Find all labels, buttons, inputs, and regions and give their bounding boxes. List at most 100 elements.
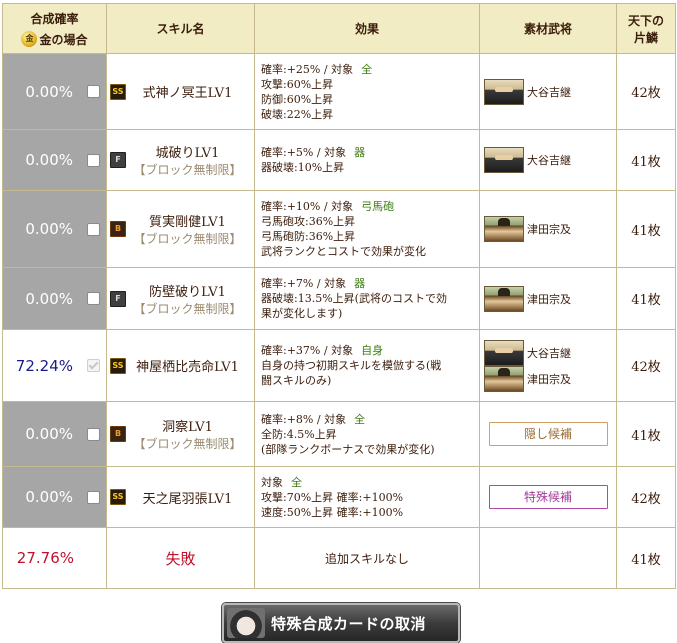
skill-sub: 【ブロック無制限】 xyxy=(133,232,242,246)
rate-value: 0.00% xyxy=(25,82,73,101)
shard-count: 42枚 xyxy=(616,329,676,402)
skill-name: 洞察LV1 xyxy=(162,420,213,435)
cancel-special-card-button[interactable]: 特殊合成カードの取消 xyxy=(222,603,460,643)
skill-name: 神屋栖比売命LV1 xyxy=(136,360,239,375)
fail-effect: 追加スキルなし xyxy=(254,527,480,589)
rank-ss-icon: SS xyxy=(110,489,126,505)
skill-sub: 【ブロック無制限】 xyxy=(133,301,242,316)
material-cell: 津田宗及 xyxy=(479,267,617,330)
target-value: 自身 xyxy=(361,344,384,357)
general-portrait-icon xyxy=(484,147,524,173)
rate-header: 合成確率 金 金の場合 xyxy=(2,3,107,54)
material-cell: 大谷吉継 xyxy=(479,129,617,191)
effect-header: 効果 xyxy=(254,3,480,54)
table-row: 0.00% F 防壁破りLV1 【ブロック無制限】 確率:+7% / 対象器器破壊:13… xyxy=(2,267,676,330)
material-general[interactable]: 津田宗及 xyxy=(484,285,612,312)
target-value: 弓馬砲 xyxy=(361,200,395,213)
material-general[interactable]: 大谷吉継 xyxy=(484,78,612,105)
skill-cell: F 城破りLV1 【ブロック無制限】 xyxy=(106,129,255,191)
fail-material-cell xyxy=(479,527,617,589)
rate-value: 0.00% xyxy=(25,488,73,506)
rate-cell: 0.00% xyxy=(2,466,107,528)
fail-rate-cell: 27.76% xyxy=(2,527,107,589)
fail-label: 失敗 xyxy=(165,549,196,568)
rank-b-icon: B xyxy=(110,221,126,237)
table-row: 0.00% B 洞察LV1 【ブロック無制限】 確率:+8% / 対象全全防:4.5%上… xyxy=(2,401,676,467)
general-name: 大谷吉継 xyxy=(527,85,571,99)
effect-cell: 確率:+37% / 対象 自身 自身の持つ初期スキルを模倣する(戦 闘スキルのみ) xyxy=(254,329,480,402)
skill-name: 式神ノ冥王LV1 xyxy=(142,86,233,101)
skill-sub: 【ブロック無制限】 xyxy=(133,437,242,451)
skill-checkbox[interactable] xyxy=(87,359,100,372)
general-portrait-icon xyxy=(484,285,524,312)
target-value: 全 xyxy=(291,475,302,489)
skill-name: 城破りLV1 xyxy=(155,146,220,161)
table-row: 0.00% B 質実剛健LV1 【ブロック無制限】 確率:+10% / 対象 弓馬砲 弓馬砲… xyxy=(2,190,676,268)
general-portrait-icon xyxy=(484,339,524,366)
general-portrait-icon xyxy=(484,78,524,105)
effect-cell: 対象全攻撃:70%上昇 確率:+100% 速度:50%上昇 確率:+100% xyxy=(254,466,480,528)
skill-checkbox[interactable] xyxy=(87,490,100,504)
effect-cell: 確率:+10% / 対象 弓馬砲 弓馬砲攻:36%上昇 弓馬砲防:36%上昇 武将ランク… xyxy=(254,190,480,268)
shard-count: 42枚 xyxy=(616,53,676,130)
rate-value: 72.24% xyxy=(15,356,73,375)
rate-cell: 0.00% xyxy=(2,129,107,191)
synthesis-table: 合成確率 金 金の場合 スキル名 効果 素材武将 天下の 片鱗 0.00% SS 式… xyxy=(2,3,676,589)
effect-cell: 確率:+25% / 対象全攻撃:60%上昇 防御:60%上昇 破壊:22%上昇 xyxy=(254,53,480,130)
skill-cell: B 質実剛健LV1 【ブロック無制限】 xyxy=(106,190,255,268)
cancel-special-card-label: 特殊合成カードの取消 xyxy=(271,614,427,633)
skill-checkbox[interactable] xyxy=(87,153,100,167)
material-cell: 特殊候補 xyxy=(479,466,617,528)
fail-count: 41枚 xyxy=(616,527,676,589)
general-portrait-icon xyxy=(484,365,524,392)
rate-value: 0.00% xyxy=(25,289,73,308)
general-name: 大谷吉継 xyxy=(527,154,571,167)
rate-cell: 0.00% xyxy=(2,267,107,330)
target-value: 器 xyxy=(354,277,366,290)
table-row: 0.00% F 城破りLV1 【ブロック無制限】 確率:+5% / 対象器器破壊:10%… xyxy=(2,129,676,191)
rank-b-icon: B xyxy=(110,426,126,442)
skill-rows: 0.00% SS 式神ノ冥王LV1 確率:+25% / 対象全攻撃:60%上昇 防御:6… xyxy=(2,53,676,528)
rate-cell: 72.24% xyxy=(2,329,107,402)
rank-f-icon: F xyxy=(110,290,126,307)
skill-cell: F 防壁破りLV1 【ブロック無制限】 xyxy=(106,267,255,330)
skill-cell: B 洞察LV1 【ブロック無制限】 xyxy=(106,401,255,467)
material-header: 素材武将 xyxy=(479,3,617,54)
rate-value: 0.00% xyxy=(25,151,73,169)
skill-name: 天之尾羽張LV1 xyxy=(142,491,233,507)
target-value: 全 xyxy=(354,412,366,426)
fail-rate: 27.76% xyxy=(16,549,74,567)
material-general[interactable]: 大谷吉継 xyxy=(484,339,612,366)
skill-cell: SS 式神ノ冥王LV1 xyxy=(106,53,255,130)
skill-checkbox[interactable] xyxy=(87,427,100,441)
fail-label-cell: 失敗 xyxy=(106,527,255,589)
material-cell: 大谷吉継 津田宗及 xyxy=(479,329,617,402)
skill-cell: SS 天之尾羽張LV1 xyxy=(106,466,255,528)
material-cell: 津田宗及 xyxy=(479,190,617,268)
effect-cell: 確率:+5% / 対象器器破壊:10%上昇 xyxy=(254,129,480,191)
material-general[interactable]: 津田宗及 xyxy=(484,365,612,392)
fail-row: 27.76% 失敗 追加スキルなし 41枚 xyxy=(2,527,676,589)
table-row: 0.00% SS 天之尾羽張LV1 対象全攻撃:70%上昇 確率:+100% 速度:50… xyxy=(2,466,676,528)
general-name: 津田宗及 xyxy=(527,372,571,386)
material-cell: 大谷吉継 xyxy=(479,53,617,130)
character-portrait-icon xyxy=(227,608,265,638)
rate-cell: 0.00% xyxy=(2,53,107,130)
general-name: 津田宗及 xyxy=(527,223,571,236)
material-general[interactable]: 大谷吉継 xyxy=(484,147,612,173)
skill-header: スキル名 xyxy=(106,3,255,54)
table-row: 0.00% SS 式神ノ冥王LV1 確率:+25% / 対象全攻撃:60%上昇 防御:6… xyxy=(2,53,676,130)
rank-ss-icon: SS xyxy=(110,357,126,374)
shard-header: 天下の 片鱗 xyxy=(616,3,676,54)
special-candidate-button[interactable]: 特殊候補 xyxy=(488,485,608,509)
effect-cell: 確率:+7% / 対象器器破壊:13.5%上昇(武将のコストで効 果が変化します) xyxy=(254,267,480,330)
target-value: 全 xyxy=(361,62,373,76)
rate-cell: 0.00% xyxy=(2,190,107,268)
shard-count: 41枚 xyxy=(616,190,676,268)
skill-checkbox[interactable] xyxy=(87,292,100,305)
skill-checkbox[interactable] xyxy=(87,222,100,236)
hidden-candidate-button[interactable]: 隠し候補 xyxy=(488,422,608,446)
effect-cell: 確率:+8% / 対象全全防:4.5%上昇 (部隊ランクボーナスで効果が変化) xyxy=(254,401,480,467)
skill-checkbox[interactable] xyxy=(87,85,100,98)
material-general[interactable]: 津田宗及 xyxy=(484,216,612,242)
